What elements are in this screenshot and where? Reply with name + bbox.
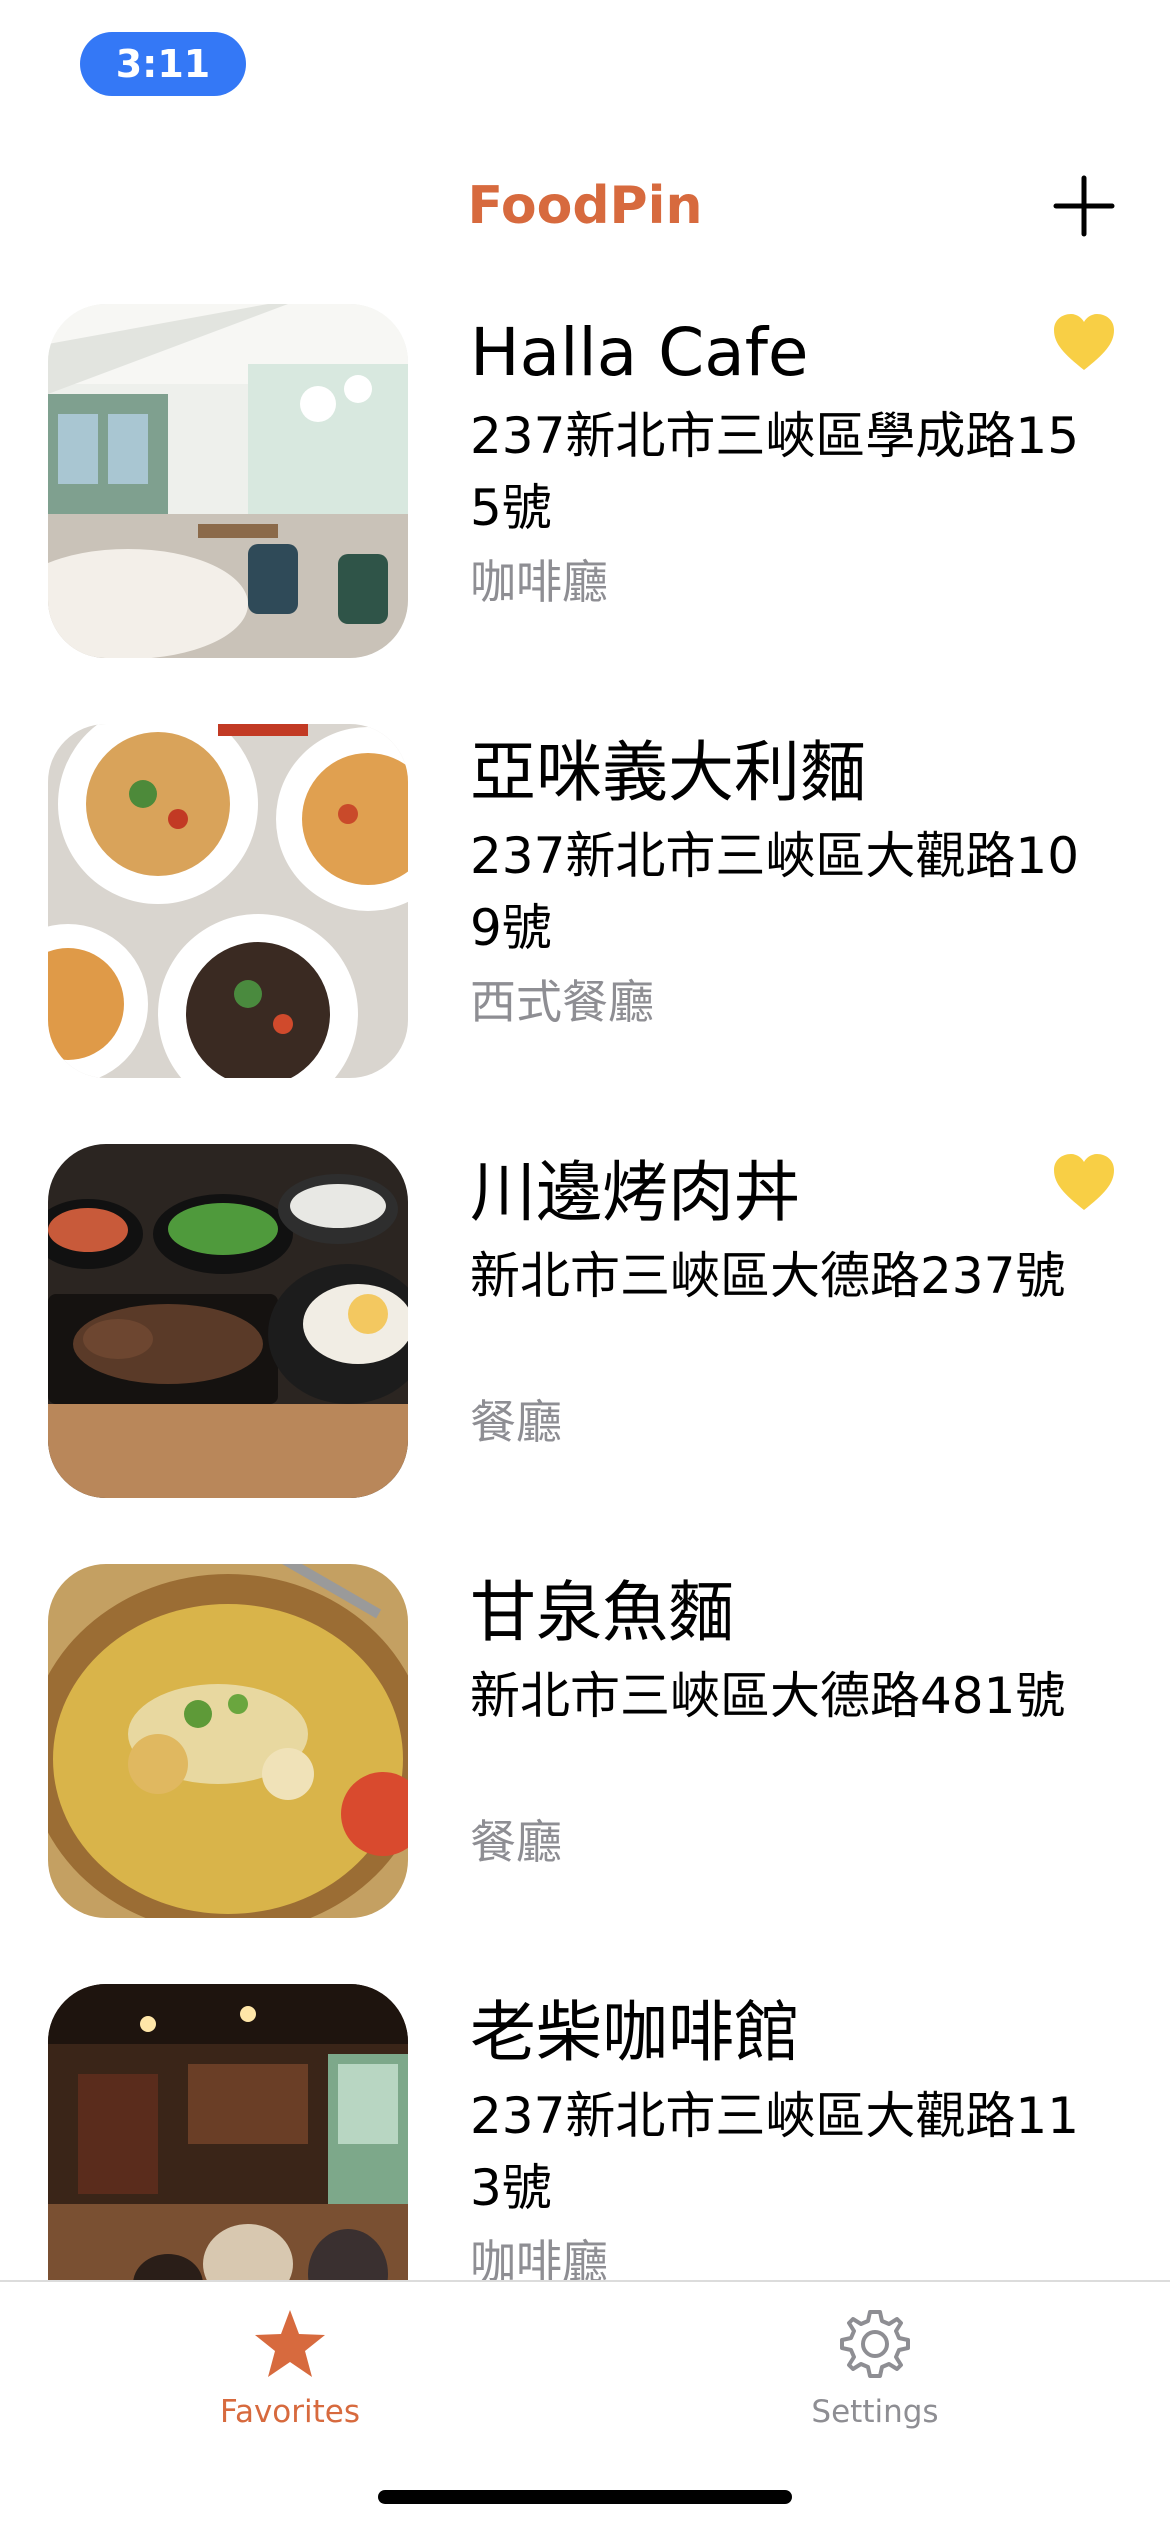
add-restaurant-button[interactable] [1052,174,1116,238]
restaurant-thumbnail [48,1984,408,2280]
restaurant-name: 老柴咖啡館 [470,1994,800,2071]
restaurant-type: 咖啡廳 [470,555,608,609]
restaurant-type: 餐廳 [470,1815,562,1869]
restaurant-address: 237新北市三峽區學成路155號 [470,407,1080,537]
restaurant-row[interactable]: 甘泉魚麵 新北市三峽區大德路481號 餐廳 [0,1560,1170,1980]
restaurant-thumbnail [48,304,408,658]
restaurant-address: 新北市三峽區大德路237號 [470,1247,1066,1305]
restaurant-name: 亞咪義大利麵 [470,734,866,811]
restaurant-row[interactable]: 老柴咖啡館 237新北市三峽區大觀路113號 咖啡廳 [0,1980,1170,2280]
tab-settings-label: Settings [811,2394,939,2430]
restaurant-thumbnail [48,1144,408,1498]
restaurant-row[interactable]: 川邊烤肉丼 新北市三峽區大德路237號 餐廳 [0,1140,1170,1560]
restaurant-thumbnail [48,1564,408,1918]
tab-settings[interactable]: Settings [725,2306,1025,2436]
restaurant-list[interactable]: Halla Cafe 237新北市三峽區學成路155號 咖啡廳 亞咪義大利麵 2… [0,300,1170,2280]
nav-title: FoodPin [467,176,703,236]
plus-icon [1053,175,1115,237]
restaurant-name: 甘泉魚麵 [470,1574,734,1651]
favorite-heart-icon [1052,1152,1116,1212]
restaurant-name: 川邊烤肉丼 [470,1154,800,1231]
restaurant-address: 237新北市三峽區大觀路113號 [470,2087,1080,2217]
tab-favorites[interactable]: Favorites [140,2306,440,2436]
star-icon [252,2306,328,2382]
restaurant-address: 237新北市三峽區大觀路109號 [470,827,1080,957]
tab-favorites-label: Favorites [219,2394,361,2430]
restaurant-row[interactable]: Halla Cafe 237新北市三峽區學成路155號 咖啡廳 [0,300,1170,720]
gear-icon [837,2306,913,2382]
restaurant-type: 餐廳 [470,1395,562,1449]
status-time: 3:11 [80,32,246,96]
restaurant-thumbnail [48,724,408,1078]
favorite-heart-icon [1052,312,1116,372]
restaurant-type: 咖啡廳 [470,2235,608,2280]
restaurant-name: Halla Cafe [470,314,809,391]
home-indicator [378,2490,792,2504]
restaurant-type: 西式餐廳 [470,975,654,1029]
restaurant-row[interactable]: 亞咪義大利麵 237新北市三峽區大觀路109號 西式餐廳 [0,720,1170,1140]
restaurant-address: 新北市三峽區大德路481號 [470,1667,1066,1725]
